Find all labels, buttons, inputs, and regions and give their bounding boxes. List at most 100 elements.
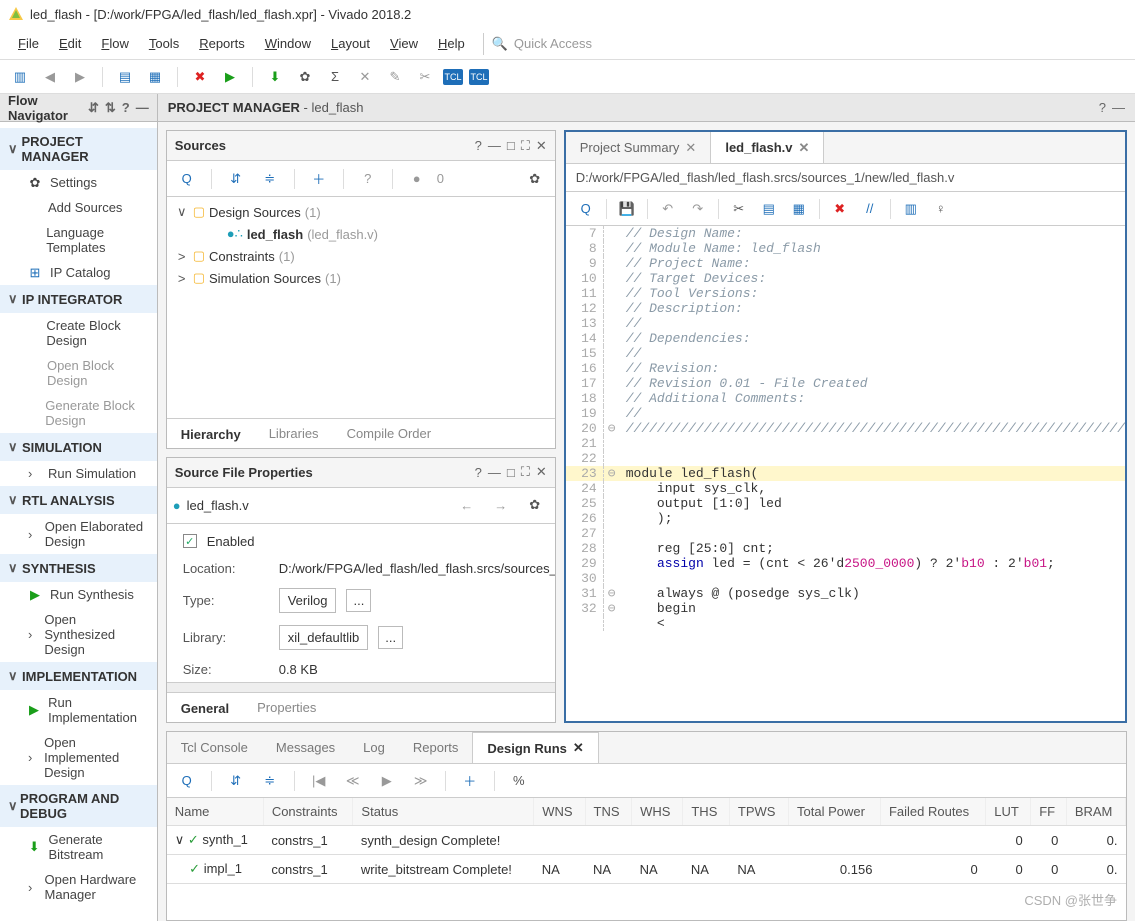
enabled-checkbox[interactable]: ✓ bbox=[183, 534, 197, 548]
help-icon[interactable]: ? bbox=[354, 167, 382, 191]
section-project-manager[interactable]: ∨PROJECT MANAGER bbox=[0, 128, 157, 170]
minimize-icon[interactable]: — bbox=[488, 138, 501, 153]
cancel-icon[interactable]: ✖ bbox=[188, 65, 212, 89]
collapse-all-icon[interactable]: ⇵ bbox=[222, 167, 250, 191]
flow-item-generate-bitstream[interactable]: ⬇Generate Bitstream bbox=[0, 827, 157, 867]
menu-edit[interactable]: Edit bbox=[49, 32, 91, 55]
type-value[interactable]: Verilog bbox=[279, 588, 337, 613]
flow-item-create-block-design[interactable]: Create Block Design bbox=[0, 313, 157, 353]
col-status[interactable]: Status bbox=[353, 798, 534, 826]
menu-window[interactable]: Window bbox=[255, 32, 321, 55]
flow-item-open-elaborated-design[interactable]: ›Open Elaborated Design bbox=[0, 514, 157, 554]
code-area[interactable]: 7// Design Name: 8// Module Name: led_fl… bbox=[566, 226, 1125, 721]
prev-icon[interactable]: ← bbox=[453, 493, 481, 517]
library-browse-button[interactable]: ... bbox=[378, 626, 403, 649]
tree-row[interactable]: ∨▢ Design Sources (1) bbox=[173, 201, 549, 223]
sfp-tab-general[interactable]: General bbox=[167, 693, 243, 722]
menu-layout[interactable]: Layout bbox=[321, 32, 380, 55]
minimize-icon[interactable]: — bbox=[136, 100, 149, 116]
bitstream-icon[interactable]: ⬇ bbox=[263, 65, 287, 89]
help-icon[interactable]: ? bbox=[475, 138, 482, 153]
copy-icon[interactable]: ▤ bbox=[755, 197, 783, 221]
type-browse-button[interactable]: ... bbox=[346, 589, 371, 612]
add-icon[interactable]: ＋ bbox=[456, 769, 484, 793]
bottom-tab-messages[interactable]: Messages bbox=[262, 732, 349, 763]
col-whs[interactable]: WHS bbox=[632, 798, 683, 826]
search-icon[interactable]: Q bbox=[572, 197, 600, 221]
forward-icon[interactable]: ▶ bbox=[68, 65, 92, 89]
cut-icon[interactable]: ✂ bbox=[725, 197, 753, 221]
paste-icon[interactable]: ▦ bbox=[143, 65, 167, 89]
gear-icon[interactable]: ✿ bbox=[521, 493, 549, 517]
minimize-icon[interactable]: — bbox=[488, 465, 501, 480]
close-icon[interactable]: ✕ bbox=[536, 138, 547, 154]
add-icon[interactable]: ＋ bbox=[305, 167, 333, 191]
search-icon[interactable]: Q bbox=[173, 167, 201, 191]
maximize-icon[interactable]: ⛶ bbox=[521, 138, 530, 154]
delete-icon[interactable]: ✖ bbox=[826, 197, 854, 221]
library-value[interactable]: xil_defaultlib bbox=[279, 625, 369, 650]
close-icon[interactable]: ✕ bbox=[536, 464, 547, 480]
col-wns[interactable]: WNS bbox=[534, 798, 585, 826]
section-ip-integrator[interactable]: ∨IP INTEGRATOR bbox=[0, 285, 157, 313]
menu-reports[interactable]: Reports bbox=[189, 32, 255, 55]
tree-row[interactable]: ●∴ led_flash (led_flash.v) bbox=[173, 223, 549, 245]
col-total-power[interactable]: Total Power bbox=[789, 798, 881, 826]
section-simulation[interactable]: ∨SIMULATION bbox=[0, 433, 157, 461]
menu-flow[interactable]: Flow bbox=[91, 32, 138, 55]
percent-icon[interactable]: % bbox=[505, 769, 533, 793]
run-row[interactable]: ∨ ✓ synth_1constrs_1synth_design Complet… bbox=[167, 826, 1126, 855]
editor-tab[interactable]: led_flash.v✕ bbox=[711, 132, 824, 163]
restore-icon[interactable]: □ bbox=[507, 138, 515, 153]
tree-row[interactable]: >▢ Simulation Sources (1) bbox=[173, 267, 549, 289]
sigma-icon[interactable]: Σ bbox=[323, 65, 347, 89]
col-ths[interactable]: THS bbox=[683, 798, 730, 826]
col-bram[interactable]: BRAM bbox=[1066, 798, 1125, 826]
bottom-tab-reports[interactable]: Reports bbox=[399, 732, 473, 763]
restore-icon[interactable]: □ bbox=[507, 465, 515, 480]
col-name[interactable]: Name bbox=[167, 798, 264, 826]
menu-file[interactable]: File bbox=[8, 32, 49, 55]
flow-item-open-synthesized-design[interactable]: ›Open Synthesized Design bbox=[0, 607, 157, 662]
collapse-icon[interactable]: ⇵ bbox=[88, 100, 99, 116]
play-icon[interactable]: ▶ bbox=[373, 769, 401, 793]
back-icon[interactable]: ◀ bbox=[38, 65, 62, 89]
menu-help[interactable]: Help bbox=[428, 32, 475, 55]
help-icon[interactable]: ? bbox=[122, 100, 130, 116]
flow-item-run-synthesis[interactable]: ▶Run Synthesis bbox=[0, 582, 157, 607]
section-rtl-analysis[interactable]: ∨RTL ANALYSIS bbox=[0, 486, 157, 514]
expand-icon[interactable]: ≑ bbox=[256, 769, 284, 793]
flow-item-open-block-design[interactable]: Open Block Design bbox=[0, 353, 157, 393]
flow-item-generate-block-design[interactable]: Generate Block Design bbox=[0, 393, 157, 433]
menu-view[interactable]: View bbox=[380, 32, 428, 55]
ruler2-icon[interactable]: ✎ bbox=[383, 65, 407, 89]
undo-icon[interactable]: ↶ bbox=[654, 197, 682, 221]
gear-icon[interactable]: ✿ bbox=[521, 167, 549, 191]
sources-tab-hierarchy[interactable]: Hierarchy bbox=[167, 419, 255, 448]
editor-tab[interactable]: Project Summary✕ bbox=[566, 132, 712, 163]
help-icon[interactable]: ? bbox=[475, 465, 482, 480]
flow-item-settings[interactable]: ✿Settings bbox=[0, 170, 157, 195]
expand-icon[interactable]: ⇅ bbox=[105, 100, 116, 116]
first-icon[interactable]: |◀ bbox=[305, 769, 333, 793]
bottom-tab-design-runs[interactable]: Design Runs ✕ bbox=[472, 732, 598, 763]
ruler3-icon[interactable]: ✂ bbox=[413, 65, 437, 89]
ruler1-icon[interactable]: ✕ bbox=[353, 65, 377, 89]
col-ff[interactable]: FF bbox=[1031, 798, 1067, 826]
maximize-icon[interactable]: ⛶ bbox=[521, 464, 530, 480]
comment-icon[interactable]: // bbox=[856, 197, 884, 221]
paste-icon[interactable]: ▦ bbox=[785, 197, 813, 221]
prev-icon[interactable]: ≪ bbox=[339, 769, 367, 793]
expand-all-icon[interactable]: ≑ bbox=[256, 167, 284, 191]
copy-icon[interactable]: ▤ bbox=[113, 65, 137, 89]
columns-icon[interactable]: ▥ bbox=[897, 197, 925, 221]
save-icon[interactable]: 💾 bbox=[613, 197, 641, 221]
col-tpws[interactable]: TPWS bbox=[729, 798, 788, 826]
minimize-icon[interactable]: — bbox=[1112, 100, 1125, 115]
search-icon[interactable]: Q bbox=[173, 769, 201, 793]
flow-item-language-templates[interactable]: Language Templates bbox=[0, 220, 157, 260]
col-failed-routes[interactable]: Failed Routes bbox=[880, 798, 985, 826]
open-icon[interactable]: ▥ bbox=[8, 65, 32, 89]
menu-tools[interactable]: Tools bbox=[139, 32, 189, 55]
flow-item-add-sources[interactable]: Add Sources bbox=[0, 195, 157, 220]
